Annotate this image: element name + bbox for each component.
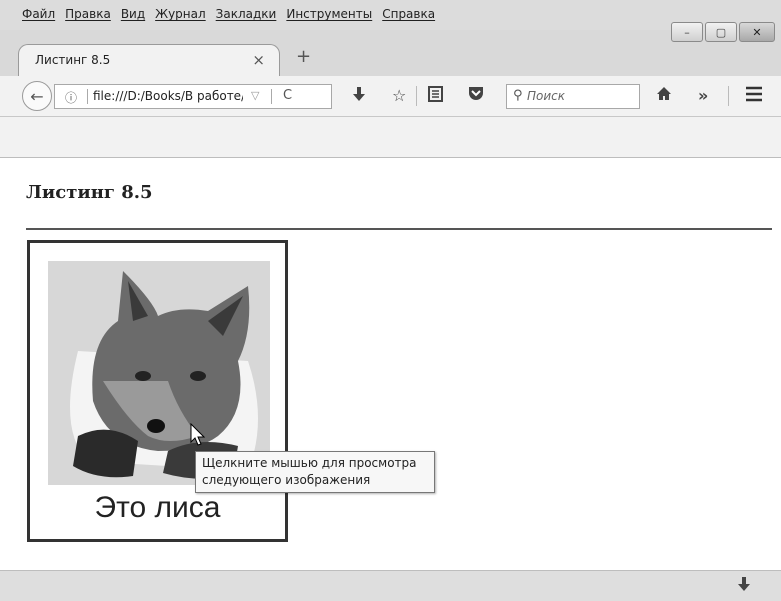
pocket-icon[interactable]	[468, 86, 484, 106]
url-dropdown-icon[interactable]: ▽	[251, 89, 259, 102]
search-placeholder: Поиск	[527, 89, 566, 103]
tab-listing[interactable]: Листинг 8.5 ×	[18, 44, 280, 76]
overflow-icon[interactable]: »	[698, 86, 708, 106]
image-caption: Это лиса	[94, 491, 221, 524]
menu-icon[interactable]	[745, 86, 763, 107]
download-status-icon[interactable]	[737, 576, 751, 596]
navigation-bar: ← ⓘ file:///D:/Books/В работе/ ▽ C ☆ ⚲ П…	[0, 76, 781, 117]
horizontal-rule	[26, 228, 772, 230]
menu-help[interactable]: Справка	[382, 7, 435, 21]
tab-close-icon[interactable]: ×	[252, 51, 265, 69]
bookmarks-bar	[0, 117, 781, 158]
tooltip-line: Щелкните мышью для просмотра	[202, 456, 417, 470]
menu-items: Файл Правка Вид Журнал Закладки Инструме…	[22, 7, 435, 21]
menu-history[interactable]: Журнал	[155, 7, 206, 21]
menu-bar: Файл Правка Вид Журнал Закладки Инструме…	[0, 0, 781, 42]
url-text[interactable]: file:///D:/Books/В работе/	[93, 89, 243, 103]
url-bar[interactable]: ⓘ file:///D:/Books/В работе/ ▽ C	[54, 84, 332, 109]
menu-file[interactable]: Файл	[22, 7, 55, 21]
search-icon: ⚲	[513, 88, 523, 103]
home-icon[interactable]	[656, 86, 672, 106]
url-divider	[271, 89, 272, 104]
page-heading: Листинг 8.5	[26, 182, 153, 203]
menu-view[interactable]: Вид	[121, 7, 145, 21]
menu-bookmarks[interactable]: Закладки	[216, 7, 277, 21]
reading-list-icon[interactable]	[428, 86, 443, 107]
cursor-icon	[190, 423, 206, 446]
star-icon[interactable]: ☆	[392, 86, 406, 106]
status-bar	[0, 570, 781, 601]
menu-edit[interactable]: Правка	[65, 7, 111, 21]
tab-strip: Листинг 8.5 ×	[0, 30, 781, 76]
search-input[interactable]: ⚲ Поиск	[506, 84, 640, 109]
tab-title: Листинг 8.5	[35, 53, 111, 67]
tooltip-line: следующего изображения	[202, 473, 371, 487]
url-divider	[87, 89, 88, 104]
back-button[interactable]: ←	[22, 81, 52, 111]
image-frame[interactable]: Это лиса	[27, 240, 288, 542]
site-info-icon[interactable]: ⓘ	[65, 89, 77, 106]
menu-tools[interactable]: Инструменты	[286, 7, 372, 21]
new-tab-button[interactable]: +	[296, 46, 311, 67]
toolbar-divider	[728, 86, 729, 106]
toolbar-divider	[416, 86, 417, 106]
reload-icon[interactable]: C	[283, 88, 292, 103]
page-content: Листинг 8.5 Это лиса Щелкните мышью для …	[0, 158, 781, 570]
download-icon[interactable]	[352, 86, 366, 107]
image-tooltip: Щелкните мышью для просмотра следующего …	[195, 451, 435, 493]
